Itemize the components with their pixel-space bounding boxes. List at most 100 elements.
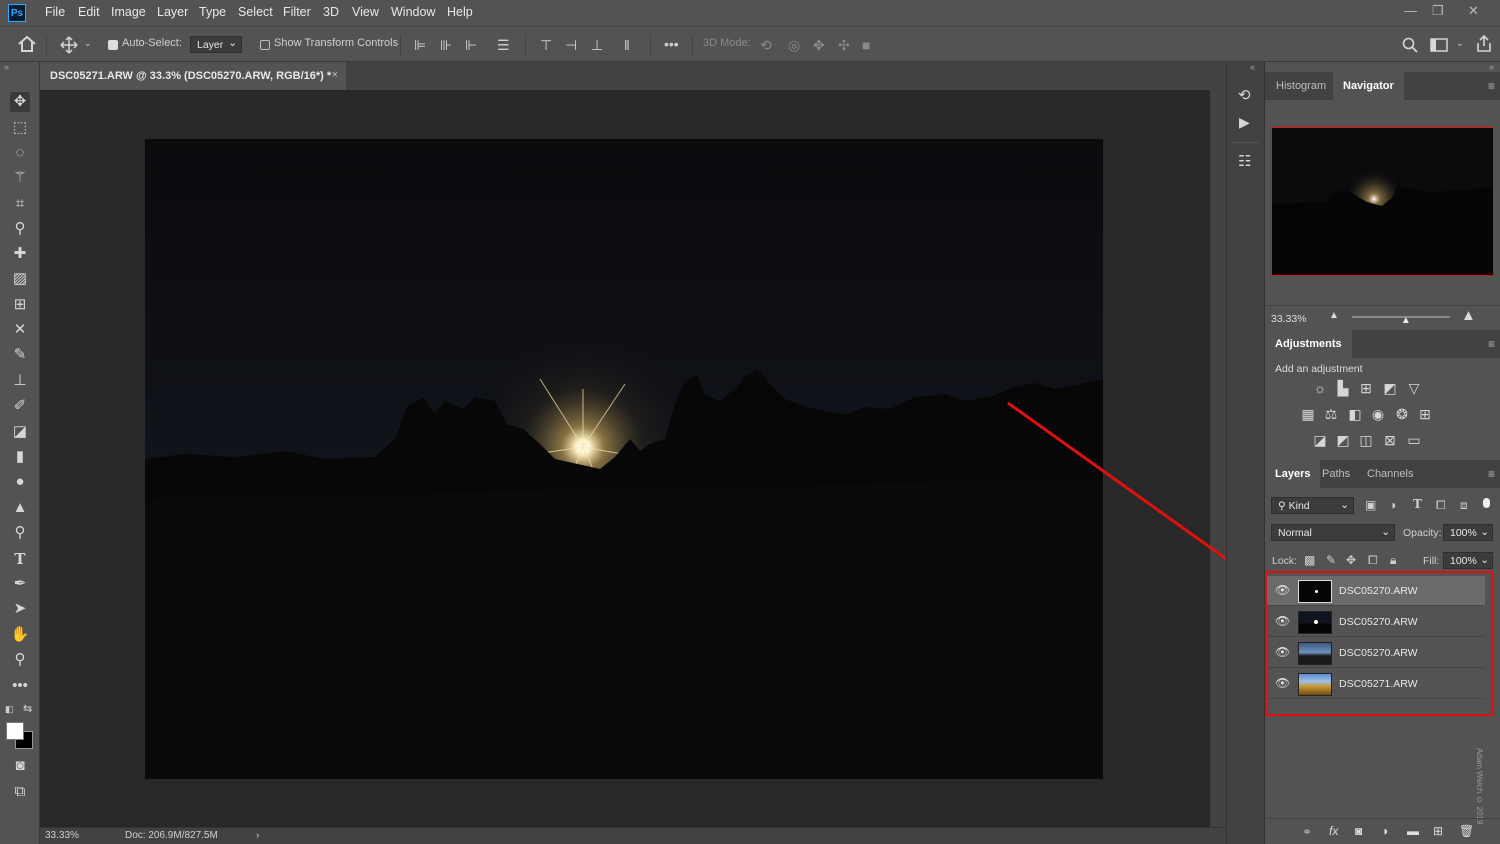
frame-tool-icon[interactable]: ⊞ bbox=[10, 295, 30, 315]
brush-tool-icon[interactable]: ✎ bbox=[10, 345, 30, 365]
menu-window[interactable]: Window bbox=[391, 5, 435, 19]
vibrance-icon[interactable]: ▽ bbox=[1406, 380, 1422, 396]
levels-icon[interactable]: ▙ bbox=[1335, 380, 1351, 396]
selective-color-icon[interactable]: ⊠ bbox=[1382, 432, 1398, 448]
panel-menu-icon[interactable]: ≡ bbox=[1488, 79, 1495, 93]
fill-field[interactable]: 100%⌄ bbox=[1443, 552, 1493, 569]
trash-icon[interactable]: 🗑︎ bbox=[1459, 824, 1474, 838]
panel-menu-icon[interactable]: ≡ bbox=[1488, 467, 1495, 481]
close-button[interactable]: ✕ bbox=[1468, 3, 1479, 19]
menu-select[interactable]: Select bbox=[238, 5, 273, 19]
marquee-tool-icon[interactable]: ⬚ bbox=[10, 118, 30, 138]
tab-paths[interactable]: Paths bbox=[1322, 468, 1350, 480]
distribute-icon[interactable]: ☰ bbox=[497, 38, 510, 52]
menu-layer[interactable]: Layer bbox=[157, 5, 188, 19]
color-lookup-icon[interactable]: ⊞ bbox=[1417, 406, 1433, 422]
color-balance-icon[interactable]: ⚖ bbox=[1323, 406, 1339, 422]
lock-image-icon[interactable]: ✎ bbox=[1326, 553, 1336, 567]
quick-mask-icon[interactable]: ◙ bbox=[10, 756, 30, 776]
tab-navigator[interactable]: Navigator bbox=[1333, 72, 1404, 100]
new-group-icon[interactable]: ▬ bbox=[1407, 824, 1419, 838]
filter-type-icon[interactable]: T bbox=[1413, 497, 1422, 511]
path-selection-icon[interactable]: ➤ bbox=[10, 599, 30, 619]
opacity-field[interactable]: 100%⌄ bbox=[1443, 524, 1493, 541]
zoom-in-icon[interactable]: ▲ bbox=[1461, 307, 1476, 324]
tab-layers[interactable]: Layers bbox=[1265, 460, 1320, 488]
3d-slide-icon[interactable]: ✣ bbox=[838, 38, 850, 52]
zoom-out-icon[interactable]: ▲ bbox=[1329, 310, 1339, 321]
align-bottom-icon[interactable]: ⊥ bbox=[591, 38, 603, 52]
properties-icon[interactable]: ☷ bbox=[1238, 152, 1251, 170]
lock-position-icon[interactable]: ✥ bbox=[1346, 553, 1356, 567]
document-tab[interactable]: DSC05271.ARW @ 33.3% (DSC05270.ARW, RGB/… bbox=[40, 62, 346, 90]
black-white-icon[interactable]: ◧ bbox=[1347, 406, 1363, 422]
3d-orbit-icon[interactable]: ⟲ bbox=[760, 38, 772, 52]
menu-view[interactable]: View bbox=[352, 5, 379, 19]
tab-adjustments[interactable]: Adjustments bbox=[1265, 330, 1352, 358]
patch-tool-icon[interactable]: ▨ bbox=[10, 269, 30, 289]
chevron-down-icon[interactable]: ⌄ bbox=[84, 38, 92, 49]
restore-button[interactable]: ❐ bbox=[1432, 3, 1444, 19]
align-left-icon[interactable]: ⊫ bbox=[414, 38, 426, 52]
align-right-icon[interactable]: ⊩ bbox=[465, 38, 477, 52]
more-tools-icon[interactable]: ••• bbox=[10, 676, 30, 696]
filter-shape-icon[interactable]: ⧠ bbox=[1436, 498, 1446, 513]
eyedropper-tool-icon[interactable]: ⚲ bbox=[10, 219, 30, 239]
gradient-tool-icon[interactable]: ▮ bbox=[10, 447, 30, 467]
curves-icon[interactable]: ⊞ bbox=[1358, 380, 1374, 396]
collapse-icon[interactable]: » bbox=[1489, 62, 1494, 72]
foreground-color-swatch[interactable] bbox=[6, 722, 24, 740]
filter-adjustment-icon[interactable]: ◑ bbox=[1389, 498, 1396, 512]
tab-channels[interactable]: Channels bbox=[1367, 468, 1413, 480]
hand-tool-icon[interactable]: ✋ bbox=[10, 625, 30, 645]
content-aware-move-icon[interactable]: ✕ bbox=[10, 320, 30, 340]
new-layer-icon[interactable]: ⊞ bbox=[1433, 824, 1443, 838]
lasso-tool-icon[interactable]: ◌ bbox=[10, 143, 30, 163]
menu-filter[interactable]: Filter bbox=[283, 5, 311, 19]
home-icon[interactable] bbox=[18, 36, 36, 52]
navigator-zoom-value[interactable]: 33.33% bbox=[1271, 313, 1307, 325]
invert-icon[interactable]: ◪ bbox=[1312, 432, 1328, 448]
type-tool-icon[interactable]: T bbox=[10, 549, 30, 569]
tab-histogram[interactable]: Histogram bbox=[1276, 80, 1326, 92]
menu-help[interactable]: Help bbox=[447, 5, 473, 19]
search-icon[interactable] bbox=[1402, 37, 1418, 53]
more-options-icon[interactable]: ••• bbox=[664, 37, 679, 51]
menu-3d[interactable]: 3D bbox=[323, 5, 339, 19]
actions-play-icon[interactable]: ▶ bbox=[1239, 114, 1250, 131]
dodge-tool-icon[interactable]: ⚲ bbox=[10, 523, 30, 543]
gradient-map-icon[interactable]: ▭ bbox=[1406, 432, 1422, 448]
magic-wand-tool-icon[interactable]: ⚚ bbox=[10, 168, 30, 188]
pen-tool-icon[interactable]: ✒ bbox=[10, 574, 30, 594]
document-canvas[interactable] bbox=[145, 139, 1103, 779]
collapse-icon[interactable]: « bbox=[1250, 62, 1255, 72]
link-layers-icon[interactable]: ⚭ bbox=[1302, 825, 1312, 839]
3d-roll-icon[interactable]: ◎ bbox=[788, 38, 800, 52]
history-brush-icon[interactable]: ✐ bbox=[10, 396, 30, 416]
eraser-tool-icon[interactable]: ◪ bbox=[10, 422, 30, 442]
stamp-tool-icon[interactable]: ⊥ bbox=[10, 371, 30, 391]
exposure-icon[interactable]: ◩ bbox=[1382, 380, 1398, 396]
align-middle-icon[interactable]: ⊣ bbox=[565, 38, 577, 52]
swap-colors-icon[interactable]: ⇆ bbox=[23, 702, 32, 715]
lock-artboard-icon[interactable]: ⧠ bbox=[1368, 553, 1378, 568]
brightness-contrast-icon[interactable]: ☼ bbox=[1312, 380, 1328, 396]
auto-select-dropdown[interactable]: Layer⌄ bbox=[190, 36, 242, 53]
hue-saturation-icon[interactable]: ▦ bbox=[1300, 406, 1316, 422]
menu-type[interactable]: Type bbox=[199, 5, 226, 19]
workspace-icon[interactable] bbox=[1430, 37, 1448, 53]
crop-tool-icon[interactable]: ⌗ bbox=[10, 194, 30, 214]
zoom-readout[interactable]: 33.33% bbox=[45, 830, 79, 841]
align-top-icon[interactable]: ⊤ bbox=[540, 38, 552, 52]
blur-tool-icon[interactable]: ● bbox=[10, 472, 30, 492]
share-icon[interactable] bbox=[1476, 35, 1492, 53]
menu-file[interactable]: File bbox=[45, 5, 65, 19]
channel-mixer-icon[interactable]: ❂ bbox=[1394, 406, 1410, 422]
default-colors-icon[interactable]: ◧ bbox=[5, 704, 14, 715]
filter-pixel-icon[interactable]: ▣ bbox=[1365, 498, 1376, 512]
screen-mode-icon[interactable]: ⧉ bbox=[10, 782, 30, 802]
filter-toggle[interactable] bbox=[1483, 498, 1490, 508]
fx-icon[interactable]: fx bbox=[1329, 824, 1338, 838]
3d-camera-icon[interactable]: ■ bbox=[862, 38, 870, 52]
status-menu-arrow[interactable]: › bbox=[256, 830, 259, 841]
